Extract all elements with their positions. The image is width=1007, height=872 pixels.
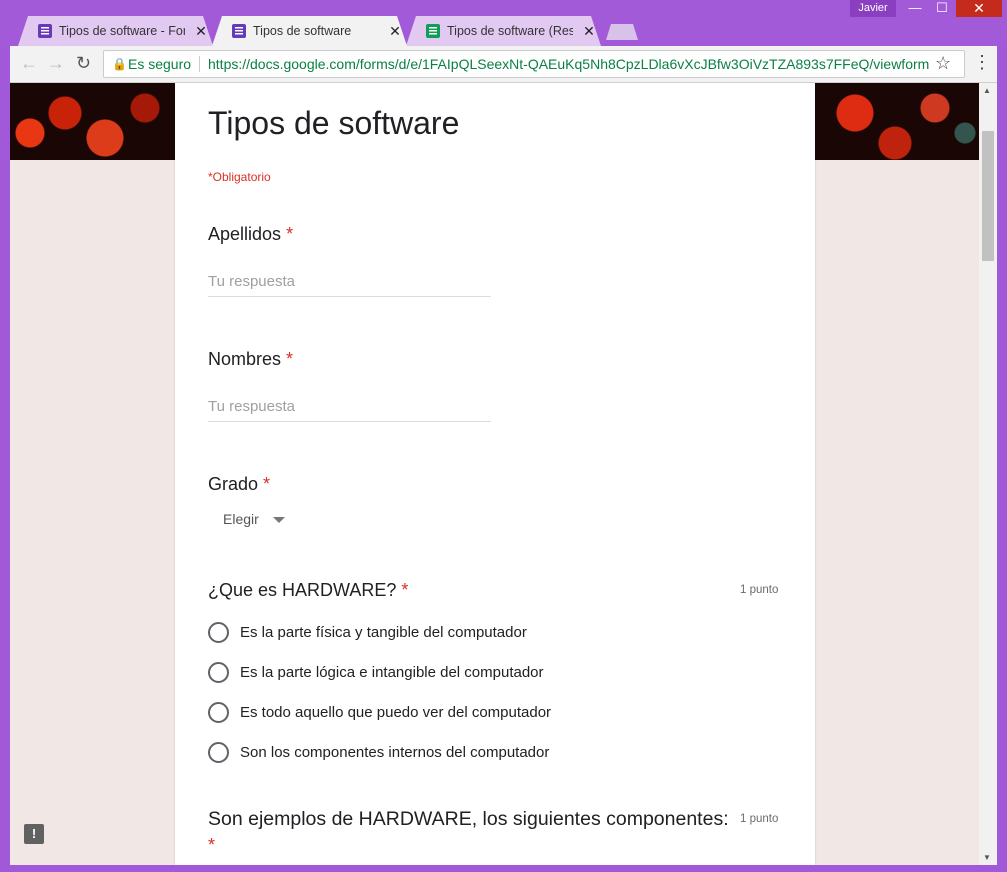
question-nombres: Nombres * (208, 349, 294, 369)
bookmark-star-icon[interactable]: ☆ (935, 50, 951, 76)
forms-icon (38, 24, 52, 38)
report-feedback-icon[interactable]: ! (24, 824, 44, 844)
radio-button[interactable] (208, 702, 229, 723)
browser-menu-icon[interactable]: ⋮ (973, 52, 991, 72)
close-tab-icon[interactable]: ✕ (581, 16, 597, 46)
window-frame-bottom (0, 865, 1007, 872)
required-asterisk: * (208, 835, 216, 855)
scroll-down-icon[interactable]: ▼ (983, 853, 991, 862)
option-label: Es la parte física y tangible del comput… (240, 624, 527, 641)
question-hardware-examples: Son ejemplos de HARDWARE, los siguientes… (208, 808, 729, 830)
points-label: 1 punto (740, 584, 779, 596)
dropdown-arrow-icon (272, 517, 285, 524)
form-card: Tipos de software *Obligatorio Apellidos… (175, 83, 815, 865)
points-label: 1 punto (740, 813, 779, 825)
required-asterisk: * (401, 580, 409, 600)
lock-icon: 🔒 (112, 57, 127, 71)
browser-toolbar: ← → ↻ 🔒 Es seguro https://docs.google.co… (10, 46, 997, 83)
close-tab-icon[interactable]: ✕ (387, 16, 403, 46)
option-label: Es la parte lógica e intangible del comp… (240, 664, 544, 681)
radio-button[interactable] (208, 622, 229, 643)
minimize-button[interactable]: — (903, 0, 927, 17)
tab-form-view[interactable]: Tipos de software ✕ (212, 16, 407, 46)
tab-label: Tipos de software (253, 24, 352, 38)
sheets-icon (426, 24, 440, 38)
vertical-scrollbar[interactable]: ▲ ▼ (979, 83, 997, 865)
secure-label: Es seguro (128, 56, 192, 72)
forms-icon (232, 24, 246, 38)
nombres-input[interactable]: Tu respuesta (208, 393, 491, 422)
tab-form-editor[interactable]: Tipos de software - Form ✕ (18, 16, 213, 46)
scroll-thumb[interactable] (982, 131, 994, 261)
required-note: *Obligatorio (208, 170, 271, 184)
profile-badge[interactable]: Javier (850, 0, 896, 17)
close-tab-icon[interactable]: ✕ (193, 16, 209, 46)
question-apellidos: Apellidos * (208, 224, 294, 244)
scroll-up-icon[interactable]: ▲ (983, 86, 991, 95)
page-viewport: Tipos de software *Obligatorio Apellidos… (10, 83, 979, 865)
tab-label: Tipos de software (Respu (447, 24, 573, 38)
radio-button[interactable] (208, 662, 229, 683)
option-label: Son los componentes internos del computa… (240, 744, 550, 761)
required-asterisk: * (286, 349, 294, 369)
question-grado: Grado * (208, 474, 271, 494)
url-text[interactable]: https://docs.google.com/forms/d/e/1FAIpQ… (208, 51, 929, 77)
apellidos-input[interactable]: Tu respuesta (208, 268, 491, 297)
back-icon[interactable]: ← (20, 53, 38, 73)
grado-dropdown[interactable]: Elegir (223, 511, 285, 527)
reload-icon[interactable]: ↻ (76, 53, 91, 73)
tab-label: Tipos de software - Form (59, 24, 185, 38)
title-bar: Javier — ☐ ✕ Tipos de software - Form ✕ … (0, 0, 1007, 46)
new-tab-button[interactable] (606, 24, 638, 40)
forward-icon[interactable]: → (47, 53, 65, 73)
radio-button[interactable] (208, 742, 229, 763)
maximize-button[interactable]: ☐ (930, 0, 954, 17)
question-hardware: ¿Que es HARDWARE? * (208, 580, 409, 600)
form-title: Tipos de software (208, 105, 460, 141)
required-asterisk: * (286, 224, 294, 244)
required-asterisk: * (263, 474, 271, 494)
close-window-button[interactable]: ✕ (956, 0, 1002, 17)
option-label: Es todo aquello que puedo ver del comput… (240, 704, 552, 721)
tab-responses-sheet[interactable]: Tipos de software (Respu ✕ (406, 16, 601, 46)
address-bar[interactable]: 🔒 Es seguro https://docs.google.com/form… (103, 50, 965, 78)
